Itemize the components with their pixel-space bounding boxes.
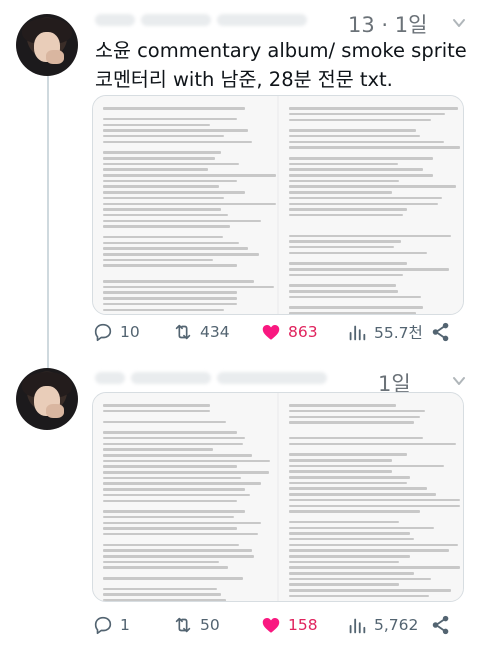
tweet-actions: 10 434 863 55.7천 xyxy=(92,320,462,344)
avatar[interactable] xyxy=(16,14,78,76)
author-name-blurred[interactable] xyxy=(95,10,313,30)
views-button[interactable]: 55.7천 xyxy=(346,320,423,344)
views-count: 5,762 xyxy=(374,616,419,634)
reply-icon xyxy=(94,616,112,635)
share-icon xyxy=(432,615,449,635)
like-button[interactable]: 863 xyxy=(260,320,318,344)
heart-icon xyxy=(262,324,280,340)
avatar[interactable] xyxy=(16,368,78,430)
views-icon xyxy=(349,325,366,341)
share-button[interactable] xyxy=(430,320,458,344)
views-icon xyxy=(349,618,366,634)
document-image-left[interactable] xyxy=(93,393,277,601)
retweet-button[interactable]: 50 xyxy=(172,613,220,637)
share-icon xyxy=(432,322,449,342)
retweet-count: 434 xyxy=(200,323,230,341)
media-images[interactable] xyxy=(92,95,464,315)
tweet-text-line: 코멘터리 with 남준, 28분 전문 txt. xyxy=(95,68,393,91)
retweet-count: 50 xyxy=(200,616,220,634)
like-count: 158 xyxy=(288,616,318,634)
tweet-text-line: 소윤 commentary album/ smoke sprite xyxy=(95,39,467,62)
reply-icon xyxy=(94,323,112,342)
share-button[interactable] xyxy=(430,613,458,637)
views-count: 55.7천 xyxy=(374,324,423,342)
reply-count: 10 xyxy=(120,323,140,341)
retweet-icon xyxy=(175,324,191,340)
thread-connector xyxy=(47,70,49,370)
chevron-down-icon[interactable] xyxy=(452,374,466,388)
document-image-right[interactable] xyxy=(279,393,463,601)
author-name-blurred[interactable] xyxy=(95,368,333,388)
heart-icon xyxy=(262,617,280,633)
tweet-text: 소윤 commentary album/ smoke sprite 코멘터리 w… xyxy=(95,36,467,94)
reply-button[interactable]: 10 xyxy=(92,320,140,344)
tweet-1[interactable]: 13 · 1일 소윤 commentary album/ smoke sprit… xyxy=(0,0,480,375)
views-button[interactable]: 5,762 xyxy=(346,613,418,637)
reply-count: 1 xyxy=(120,616,130,634)
reply-button[interactable]: 1 xyxy=(92,613,130,637)
retweet-icon xyxy=(175,617,191,633)
tweet-date[interactable]: 13 · 1일 xyxy=(348,9,427,39)
chevron-down-icon[interactable] xyxy=(452,16,466,30)
tweet-2[interactable]: 1일 1 50 158 5,762 xyxy=(0,360,480,645)
like-count: 863 xyxy=(288,323,318,341)
media-images[interactable] xyxy=(92,392,464,602)
tweet-actions: 1 50 158 5,762 xyxy=(92,613,462,637)
document-image-right[interactable] xyxy=(279,96,463,314)
retweet-button[interactable]: 434 xyxy=(172,320,230,344)
document-image-left[interactable] xyxy=(93,96,277,314)
like-button[interactable]: 158 xyxy=(260,613,318,637)
